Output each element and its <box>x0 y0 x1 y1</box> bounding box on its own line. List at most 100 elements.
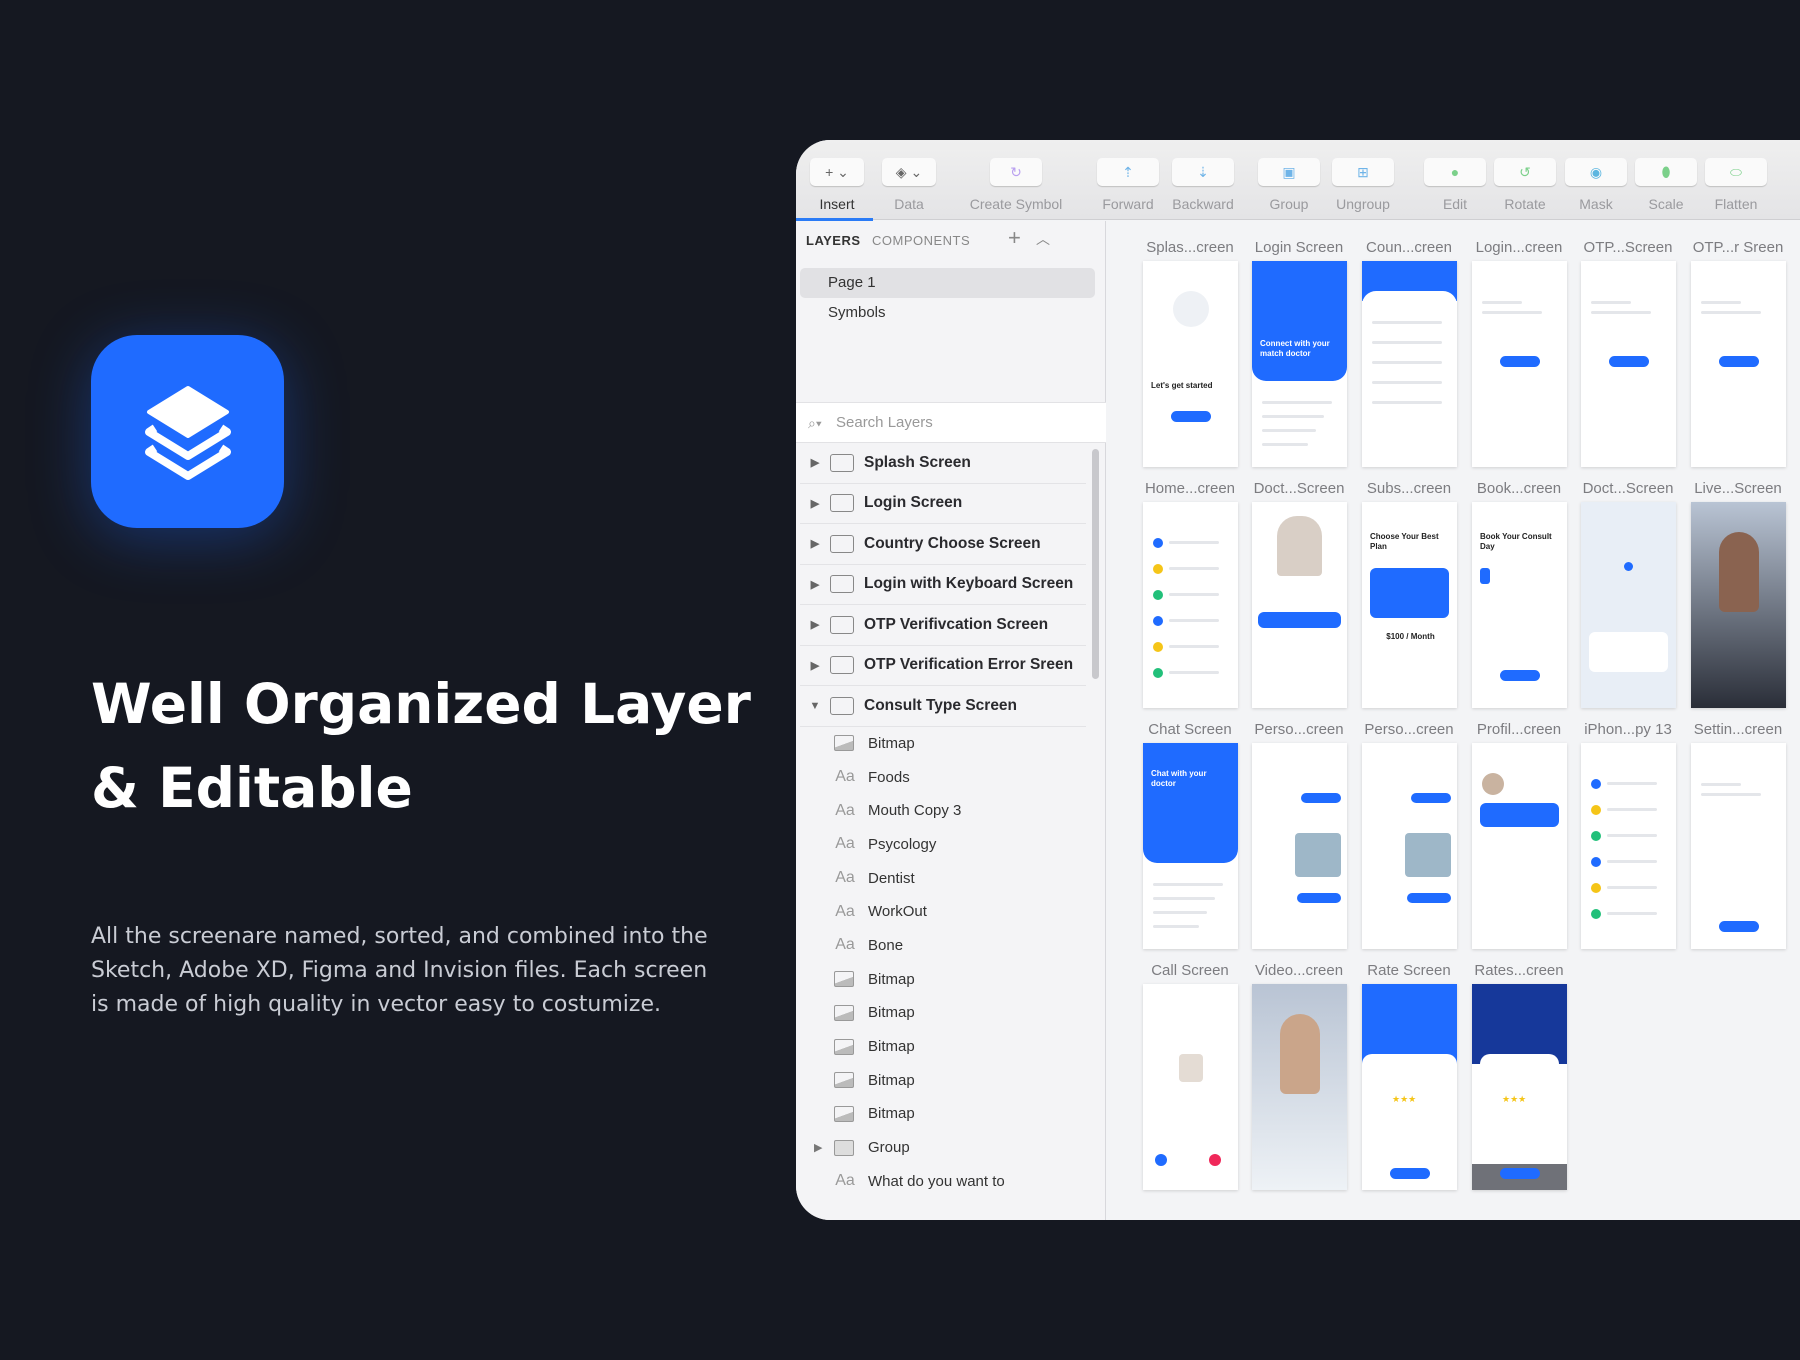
insert-button[interactable]: + ⌄ <box>810 158 864 186</box>
artboard-label[interactable]: Login Screen <box>1249 239 1349 256</box>
ungroup-button[interactable]: ⊞ <box>1332 158 1394 186</box>
layer-row-text[interactable]: Aa WorkOut <box>800 895 1086 929</box>
artboard-thumbnail[interactable] <box>1143 984 1238 1190</box>
group-button[interactable]: ▣ <box>1258 158 1320 186</box>
disclosure-collapsed-icon[interactable]: ▶ <box>804 578 826 591</box>
artboard-thumbnail[interactable] <box>1252 984 1347 1190</box>
artboard-label[interactable]: Video...creen <box>1249 962 1349 979</box>
layer-row-bitmap[interactable]: Bitmap <box>800 727 1086 761</box>
artboard-label[interactable]: Subs...creen <box>1359 480 1459 497</box>
backward-label: Backward <box>1172 196 1234 212</box>
artboard-label[interactable]: Splas...creen <box>1140 239 1240 256</box>
layer-row-text[interactable]: Aa Foods <box>800 760 1086 794</box>
page-item-page-1[interactable]: Page 1 <box>800 268 1095 298</box>
artboard-label[interactable]: OTP...r Sreen <box>1688 239 1788 256</box>
artboard-label[interactable]: Rates...creen <box>1469 962 1569 979</box>
artboard-label[interactable]: Coun...creen <box>1359 239 1459 256</box>
backward-button[interactable]: ⇣ <box>1172 158 1234 186</box>
thumbnail-price: $100 / Month <box>1386 632 1435 641</box>
artboard-thumbnail[interactable]: ★★★ <box>1362 984 1457 1190</box>
disclosure-collapsed-icon[interactable]: ▶ <box>804 497 826 510</box>
scale-button[interactable]: ⬮ <box>1635 158 1697 186</box>
artboard-label[interactable]: iPhon...py 13 <box>1578 721 1678 738</box>
layer-row-artboard[interactable]: ▶ OTP Verifivcation Screen <box>800 605 1086 646</box>
collapse-icon[interactable]: ︿ <box>1036 229 1050 249</box>
layer-row-artboard[interactable]: ▶ Country Choose Screen <box>800 524 1086 565</box>
create-symbol-button[interactable]: ↻ <box>990 158 1042 186</box>
rotate-button[interactable]: ↺ <box>1494 158 1556 186</box>
layer-row-artboard[interactable]: ▼ Consult Type Screen <box>800 686 1086 727</box>
canvas[interactable]: Splas...creen Let's get started Login Scre… <box>1107 221 1800 1220</box>
artboard-label[interactable]: Profil...creen <box>1469 721 1569 738</box>
layer-row-text[interactable]: Aa Psycology <box>800 828 1086 862</box>
artboard-thumbnail[interactable]: Connect with your match doctor <box>1252 261 1347 467</box>
layer-row-group[interactable]: ▶ Group <box>800 1131 1086 1165</box>
disclosure-collapsed-icon[interactable]: ▶ <box>804 456 826 469</box>
layer-row-text[interactable]: Aa Bone <box>800 929 1086 963</box>
data-button[interactable]: ◈ ⌄ <box>882 158 936 186</box>
disclosure-collapsed-icon[interactable]: ▶ <box>804 618 826 631</box>
layer-row-text[interactable]: Aa What do you want to <box>800 1164 1086 1198</box>
artboard-label[interactable]: Rate Screen <box>1359 962 1459 979</box>
layer-row-text[interactable]: Aa Dentist <box>800 861 1086 895</box>
artboard-thumbnail[interactable] <box>1581 502 1676 708</box>
artboard-label[interactable]: Perso...creen <box>1249 721 1349 738</box>
layer-row-artboard[interactable]: ▶ Login with Keyboard Screen <box>800 565 1086 605</box>
artboard-label[interactable]: Call Screen <box>1140 962 1240 979</box>
layer-row-bitmap[interactable]: Bitmap <box>800 962 1086 996</box>
artboard-label[interactable]: Login...creen <box>1469 239 1569 256</box>
artboard-thumbnail[interactable]: Choose Your Best Plan $100 / Month <box>1362 502 1457 708</box>
layer-name: OTP Verifivcation Screen <box>864 615 1049 633</box>
artboard-label[interactable]: Chat Screen <box>1140 721 1240 738</box>
disclosure-collapsed-icon[interactable]: ▶ <box>804 659 826 672</box>
tab-components[interactable]: COMPONENTS <box>872 233 970 248</box>
artboard-thumbnail[interactable]: ★★★ <box>1472 984 1567 1190</box>
artboard-thumbnail[interactable] <box>1362 743 1457 949</box>
disclosure-collapsed-icon[interactable]: ▶ <box>814 1141 822 1154</box>
artboard-thumbnail[interactable] <box>1691 261 1786 467</box>
artboard-thumbnail[interactable] <box>1472 261 1567 467</box>
tab-layers[interactable]: LAYERS <box>806 233 861 248</box>
layer-row-artboard[interactable]: ▶ OTP Verification Error Sreen <box>800 646 1086 686</box>
artboard-thumbnail[interactable] <box>1691 743 1786 949</box>
layer-row-text[interactable]: Aa Mouth Copy 3 <box>800 794 1086 828</box>
add-page-icon[interactable]: + <box>1008 225 1021 251</box>
artboard-label[interactable]: Home...creen <box>1140 480 1240 497</box>
artboard-thumbnail[interactable] <box>1252 743 1347 949</box>
layer-row-bitmap[interactable]: Bitmap <box>800 1030 1086 1064</box>
layer-row-bitmap[interactable]: Bitmap <box>800 1063 1086 1097</box>
artboard-thumbnail[interactable] <box>1691 502 1786 708</box>
layer-list-scrollbar[interactable] <box>1092 449 1099 679</box>
create-symbol-label: Create Symbol <box>969 196 1063 212</box>
artboard-label[interactable]: OTP...Screen <box>1578 239 1678 256</box>
artboard-label[interactable]: Perso...creen <box>1359 721 1459 738</box>
artboard-thumbnail[interactable]: Let's get started <box>1143 261 1238 467</box>
disclosure-expanded-icon[interactable]: ▼ <box>804 700 826 712</box>
artboard-label[interactable]: Doct...Screen <box>1249 480 1349 497</box>
artboard-thumbnail[interactable] <box>1143 502 1238 708</box>
artboard-label[interactable]: Settin...creen <box>1688 721 1788 738</box>
thumbnail-headline: Chat with your doctor <box>1151 769 1207 788</box>
artboard-label[interactable]: Doct...Screen <box>1578 480 1678 497</box>
artboard-thumbnail[interactable] <box>1252 502 1347 708</box>
flatten-button[interactable]: ⬭ <box>1705 158 1767 186</box>
page-item-symbols[interactable]: Symbols <box>800 298 1095 328</box>
layer-row-bitmap[interactable]: Bitmap <box>800 996 1086 1030</box>
artboard-thumbnail[interactable] <box>1472 743 1567 949</box>
disclosure-collapsed-icon[interactable]: ▶ <box>804 537 826 550</box>
artboard-thumbnail[interactable]: Book Your Consult Day <box>1472 502 1567 708</box>
artboard-thumbnail[interactable] <box>1581 261 1676 467</box>
edit-button[interactable]: ● <box>1424 158 1486 186</box>
artboard-thumbnail[interactable] <box>1581 743 1676 949</box>
layer-row-artboard[interactable]: ▶ Splash Screen <box>800 443 1086 484</box>
artboard-label[interactable]: Live...Screen <box>1688 480 1788 497</box>
layer-row-bitmap[interactable]: Bitmap <box>800 1097 1086 1131</box>
layer-row-artboard[interactable]: ▶ Login Screen <box>800 484 1086 524</box>
search-layers-input[interactable]: ⌕▾ Search Layers <box>796 402 1106 443</box>
artboard-thumbnail[interactable]: Chat with your doctor <box>1143 743 1238 949</box>
plus-icon: + ⌄ <box>825 163 849 180</box>
forward-button[interactable]: ⇡ <box>1097 158 1159 186</box>
artboard-thumbnail[interactable] <box>1362 261 1457 467</box>
mask-button[interactable]: ◉ <box>1565 158 1627 186</box>
artboard-label[interactable]: Book...creen <box>1469 480 1569 497</box>
